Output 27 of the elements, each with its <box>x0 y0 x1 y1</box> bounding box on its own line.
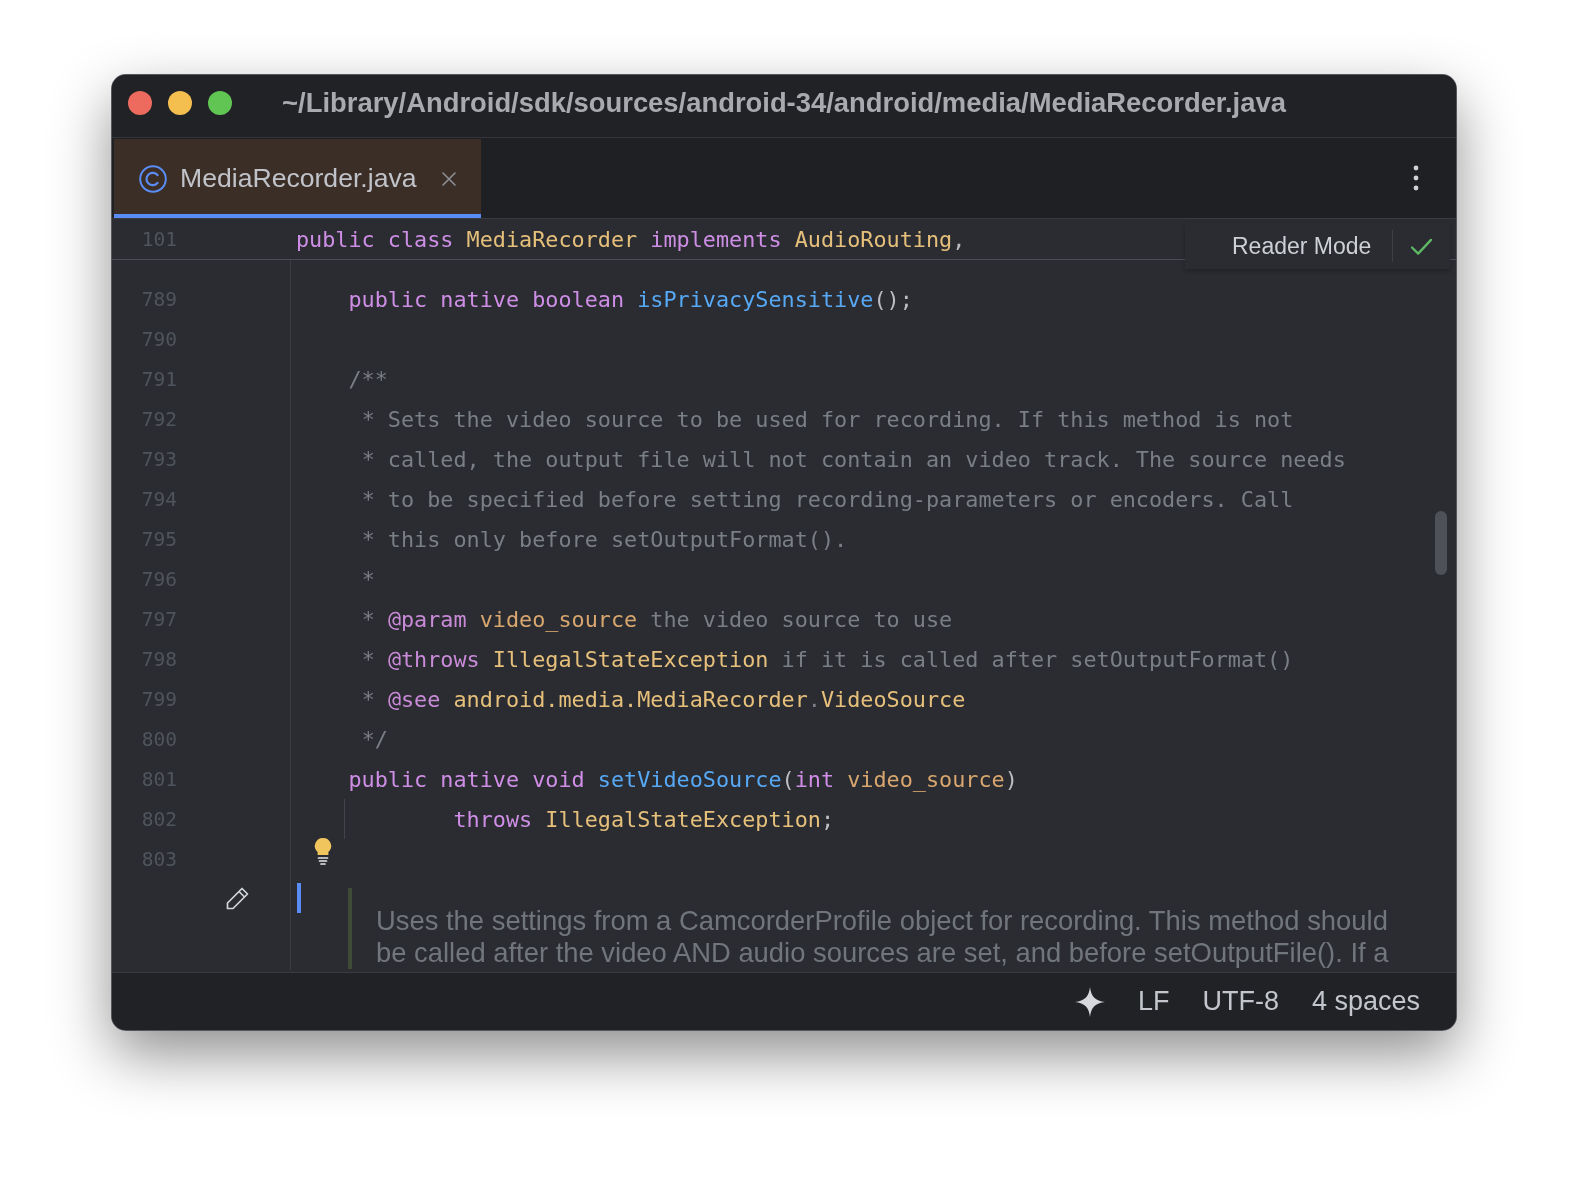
code-line[interactable]: * @param video_source the video source to use <box>361 606 953 632</box>
doc-text: Uses the settings from a CamcorderProfile object for recording. This method should be called after the video AND audio sources are set, and before setOutputFile(). If a <box>376 905 1389 969</box>
minimize-window-button[interactable] <box>168 91 192 115</box>
more-options-icon[interactable] <box>1413 165 1419 191</box>
check-icon[interactable] <box>1410 236 1434 256</box>
pencil-icon[interactable] <box>224 886 250 912</box>
code-line[interactable]: throws IllegalStateException; <box>453 806 835 832</box>
code-line[interactable]: public native void setVideoSource(int video_source) <box>348 766 1018 792</box>
status-bar-item[interactable]: LF <box>1137 986 1170 1017</box>
status-bar-item[interactable]: UTF-8 <box>1202 986 1279 1017</box>
text-caret <box>297 883 301 913</box>
circled-c-icon <box>139 164 167 193</box>
code-line[interactable]: * @see android.media.MediaRecorder.VideoSource <box>361 686 966 712</box>
status-bar-item[interactable]: 4 spaces <box>1311 986 1420 1017</box>
reader-mode-button[interactable]: Reader Mode <box>1225 228 1379 264</box>
zoom-window-button[interactable] <box>208 91 232 115</box>
code-line[interactable]: public native boolean isPrivacySensitive(); <box>348 286 913 312</box>
sticky-code-line[interactable]: public class MediaRecorder implements AudioRouting, <box>296 226 966 252</box>
editor-tab[interactable]: MediaRecorder.java <box>114 139 481 218</box>
code-line[interactable]: * @throws IllegalStateException if it is called after setOutputFormat() <box>361 646 1294 672</box>
code-line[interactable]: * <box>361 566 375 592</box>
scrollbar-thumb[interactable] <box>1435 511 1447 575</box>
sparkle-icon[interactable] <box>1074 986 1105 1017</box>
close-icon[interactable] <box>441 171 456 186</box>
close-window-button[interactable] <box>128 91 152 115</box>
lightbulb-icon[interactable] <box>313 837 333 865</box>
window-title: ~/Library/Android/sdk/sources/android-34/android/media/MediaRecorder.java <box>282 87 1286 119</box>
